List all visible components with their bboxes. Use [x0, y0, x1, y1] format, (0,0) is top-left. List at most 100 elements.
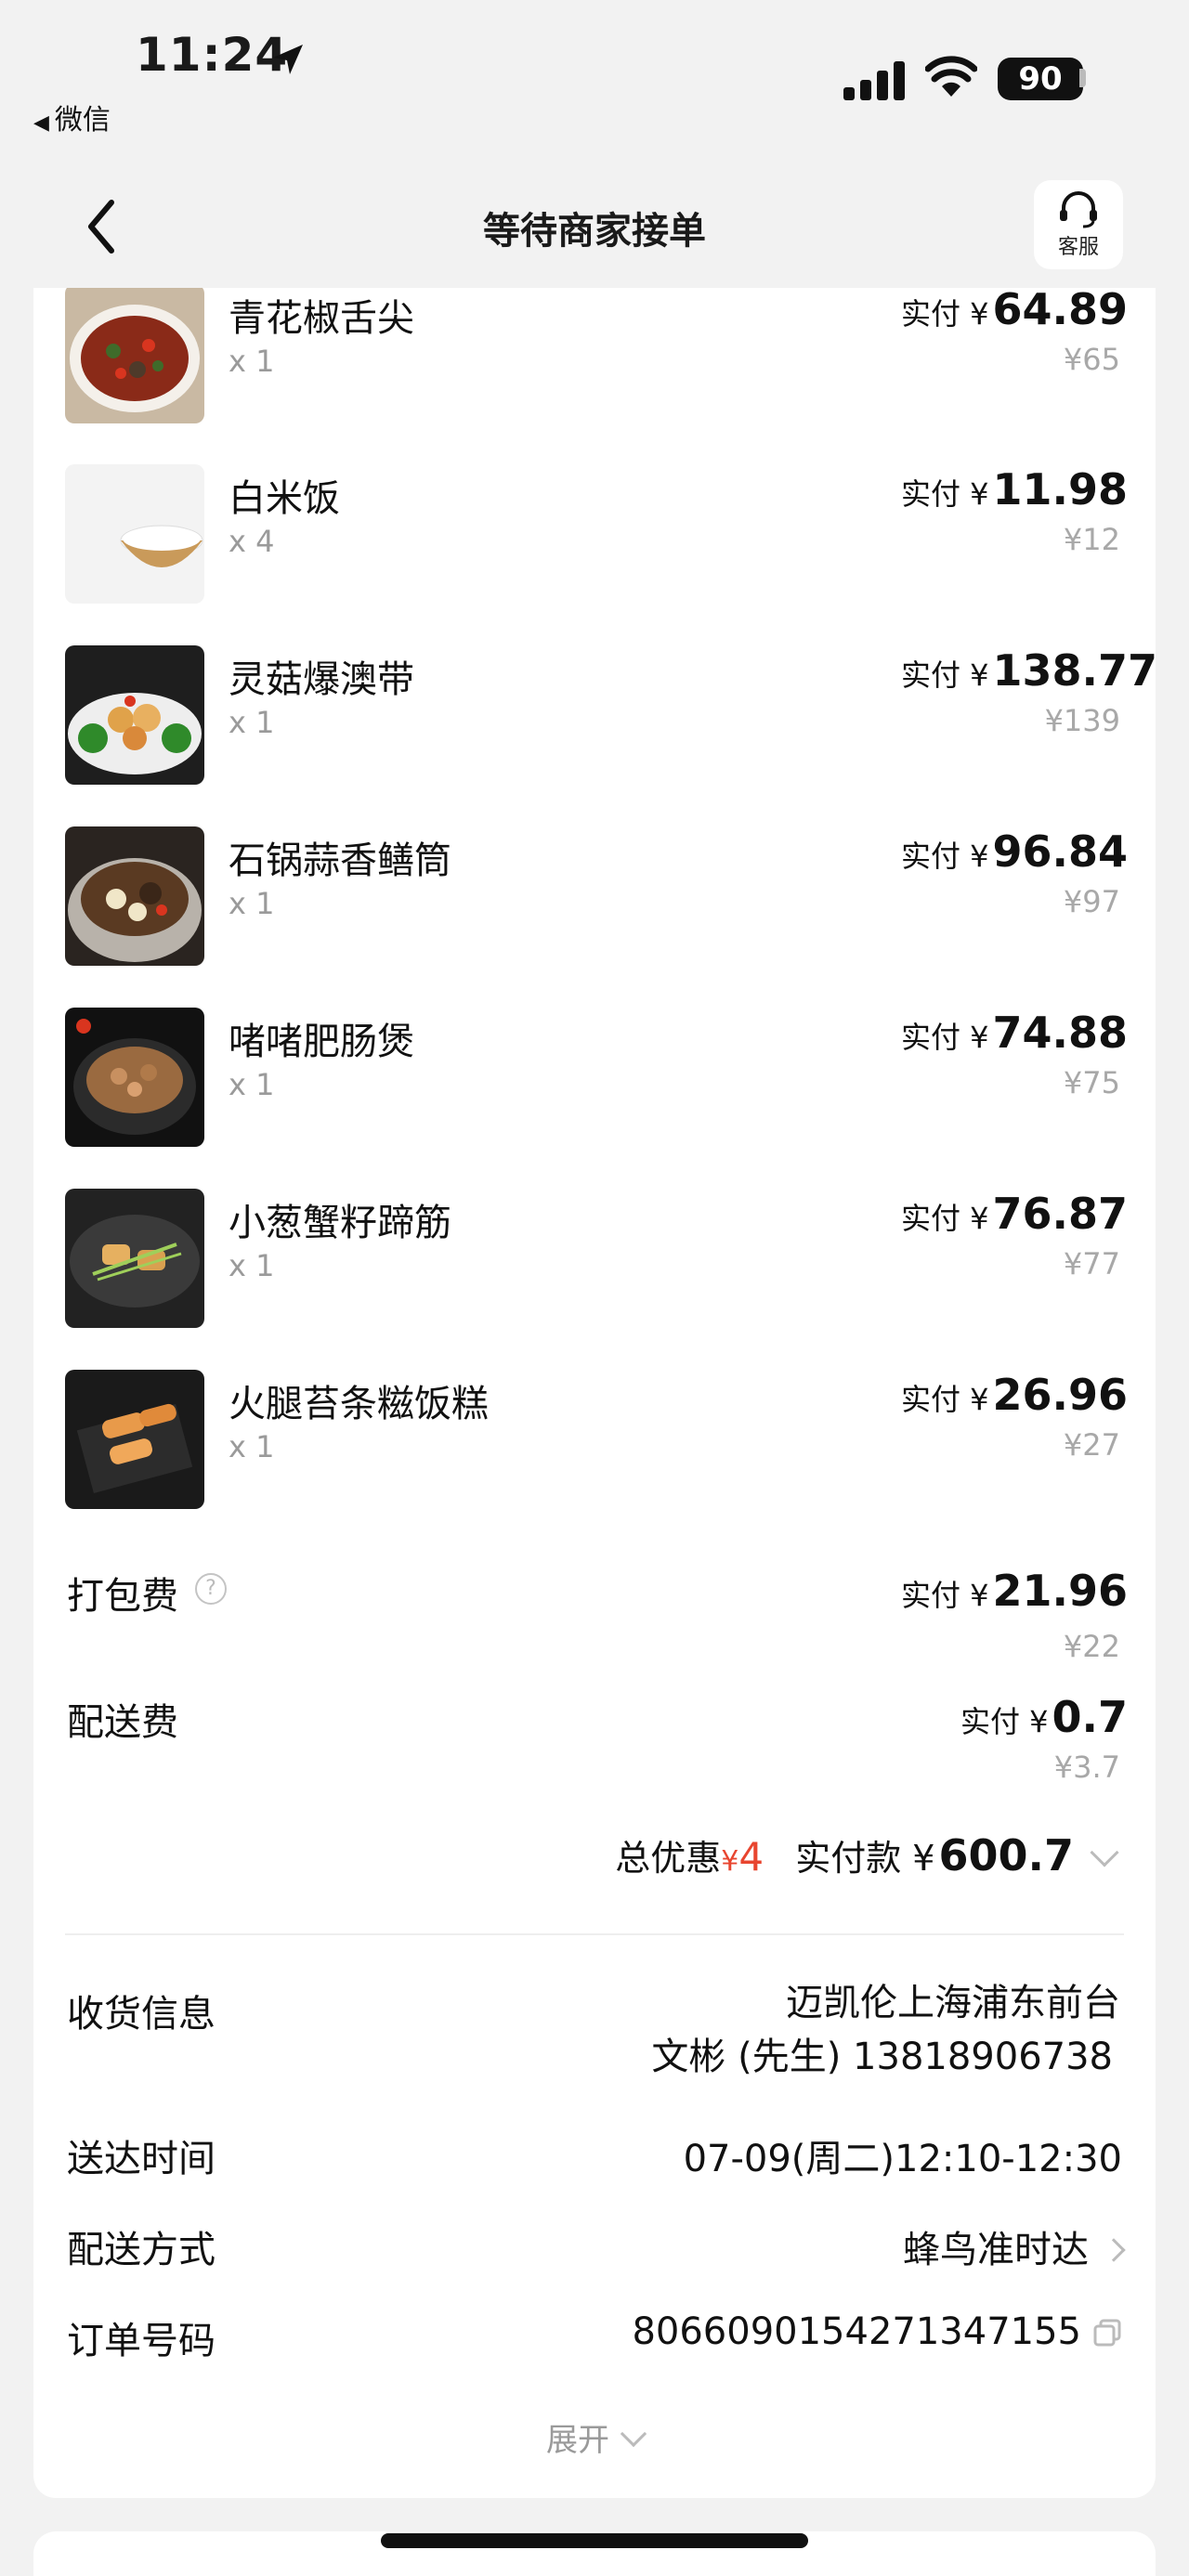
order-number-text: 8066090154271347155 — [632, 2310, 1081, 2353]
item-original-price: ¥97 — [1063, 884, 1120, 919]
item-quantity: x 1 — [229, 344, 275, 379]
order-item[interactable]: 灵菇爆澳带 x 1 实付 ¥138.77 ¥139 — [33, 645, 1156, 785]
currency-symbol: ¥ — [970, 296, 989, 332]
paid-amount: 96.84 — [992, 826, 1128, 877]
delivery-fee-row: 配送费 实付 ¥0.7 ¥3.7 — [33, 1692, 1156, 1803]
item-name: 白米饭 — [229, 477, 340, 520]
order-totals[interactable]: 总优惠¥4 实付款 ¥600.7 — [615, 1829, 1119, 1880]
currency-symbol: ¥ — [970, 1578, 989, 1613]
paid-prefix: 实付 — [900, 1020, 960, 1055]
delivery-fee-label: 配送费 — [67, 1701, 178, 1744]
customer-service-button[interactable]: 客服 — [1034, 180, 1123, 269]
item-name: 灵菇爆澳带 — [229, 658, 414, 701]
paid-amount: 138.77 — [992, 645, 1156, 696]
dish-thumbnail — [65, 826, 204, 966]
paid-prefix: 实付 — [900, 839, 960, 874]
paid-amount: 0.7 — [1052, 1692, 1129, 1742]
currency-symbol: ¥ — [970, 1201, 989, 1236]
item-quantity: x 1 — [229, 1429, 275, 1464]
currency-symbol: ¥ — [970, 657, 989, 693]
chevron-down-icon — [620, 2420, 647, 2448]
paid-amount: 76.87 — [992, 1189, 1128, 1239]
item-name: 啫啫肥肠煲 — [229, 1021, 414, 1063]
cellular-signal-icon — [843, 61, 907, 100]
dish-thumbnail — [65, 464, 204, 604]
currency-symbol: ¥ — [970, 476, 989, 512]
currency-symbol: ¥ — [970, 1020, 989, 1055]
home-indicator[interactable] — [381, 2533, 808, 2548]
paid-prefix: 实付 — [900, 476, 960, 512]
currency-symbol: ¥ — [1029, 1704, 1049, 1739]
paid-prefix: 实付 — [900, 657, 960, 693]
item-quantity: x 1 — [229, 886, 275, 921]
order-item[interactable]: 白米饭 x 4 实付 ¥11.98 ¥12 — [33, 464, 1156, 604]
paid-total-amount: 600.7 — [938, 1830, 1074, 1880]
paid-amount: 74.88 — [992, 1008, 1128, 1058]
order-item[interactable]: 石锅蒜香鳝筒 x 1 实付 ¥96.84 ¥97 — [33, 826, 1156, 966]
item-quantity: x 4 — [229, 524, 275, 559]
dish-thumbnail — [65, 1189, 204, 1328]
address-value: 迈凯伦上海浦东前台 文彬 (先生) 13818906738 — [651, 1976, 1122, 2084]
dish-thumbnail — [65, 288, 204, 423]
copy-icon[interactable] — [1092, 2318, 1122, 2348]
nav-bar: 等待商家接单 客服 — [0, 167, 1189, 288]
chevron-down-icon — [1090, 1838, 1119, 1867]
paid-amount: 21.96 — [992, 1566, 1128, 1616]
item-original-price: ¥75 — [1063, 1065, 1120, 1100]
paid-amount: 26.96 — [992, 1370, 1128, 1420]
discount-amount: ¥4 — [721, 1834, 764, 1880]
delivery-method-value[interactable]: 蜂鸟准时达 — [903, 2219, 1126, 2273]
dish-thumbnail — [65, 1370, 204, 1509]
order-number-label: 订单号码 — [67, 2320, 216, 2362]
item-paid-price: 实付 ¥64.89 — [901, 288, 1128, 334]
item-quantity: x 1 — [229, 705, 275, 740]
status-time: 11:24 — [136, 28, 289, 82]
delivery-fee-paid: 实付 ¥0.7 — [960, 1692, 1128, 1742]
order-item[interactable]: 啫啫肥肠煲 x 1 实付 ¥74.88 ¥75 — [33, 1008, 1156, 1147]
help-icon[interactable]: ? — [195, 1573, 227, 1605]
item-original-price: ¥12 — [1063, 522, 1120, 557]
packing-fee-original: ¥22 — [1063, 1629, 1120, 1664]
item-paid-price: 实付 ¥11.98 — [901, 464, 1128, 514]
item-name: 石锅蒜香鳝筒 — [229, 839, 451, 882]
divider — [65, 1933, 1124, 1935]
item-paid-price: 实付 ¥76.87 — [901, 1189, 1128, 1239]
item-original-price: ¥27 — [1063, 1427, 1120, 1463]
item-paid-price: 实付 ¥26.96 — [901, 1370, 1128, 1420]
packing-fee-paid: 实付 ¥21.96 — [901, 1566, 1128, 1616]
packing-fee-row: 打包费 ? 实付 ¥21.96 ¥22 — [33, 1566, 1156, 1677]
expand-button[interactable]: 展开 — [33, 2414, 1156, 2460]
paid-prefix: 实付 — [960, 1704, 1020, 1739]
item-paid-price: 实付 ¥74.88 — [901, 1008, 1128, 1058]
item-name: 小葱蟹籽蹄筋 — [229, 1202, 451, 1244]
item-original-price: ¥77 — [1063, 1246, 1120, 1281]
back-to-app-link[interactable]: ◀ 微信 — [33, 97, 111, 137]
delivery-time-value: 07-09(周二)12:10-12:30 — [683, 2138, 1122, 2180]
expand-label: 展开 — [546, 2422, 609, 2459]
order-number-value: 8066090154271347155 — [632, 2310, 1122, 2353]
back-app-label: 微信 — [54, 104, 111, 137]
delivery-method-label: 配送方式 — [67, 2229, 216, 2271]
item-name: 青花椒舌尖 — [229, 297, 414, 340]
location-arrow-icon — [273, 45, 303, 74]
order-detail-card: 青花椒舌尖 x 1 实付 ¥64.89 ¥65 白米饭 x 4 实付 ¥11.9… — [33, 288, 1156, 2498]
status-bar: 11:24 ◀ 微信 90 — [0, 0, 1189, 139]
customer-service-label: 客服 — [1057, 236, 1099, 259]
paid-prefix: 实付 — [900, 1382, 960, 1417]
discount-currency: ¥ — [721, 1845, 739, 1878]
currency-symbol: ¥ — [970, 1382, 989, 1417]
item-paid-price: 实付 ¥138.77 — [901, 645, 1156, 696]
paid-prefix: 实付 — [900, 1578, 960, 1613]
order-item[interactable]: 青花椒舌尖 x 1 实付 ¥64.89 ¥65 — [33, 288, 1156, 423]
packing-fee-label: 打包费 — [67, 1575, 178, 1618]
wifi-icon — [925, 56, 977, 97]
order-item[interactable]: 火腿苔条糍饭糕 x 1 实付 ¥26.96 ¥27 — [33, 1370, 1156, 1509]
battery-icon: 90 — [998, 58, 1083, 100]
item-quantity: x 1 — [229, 1067, 275, 1102]
chevron-right-icon — [1102, 2238, 1126, 2262]
order-item[interactable]: 小葱蟹籽蹄筋 x 1 实付 ¥76.87 ¥77 — [33, 1189, 1156, 1328]
paid-amount: 64.89 — [992, 288, 1128, 334]
paid-prefix: 实付 — [900, 1201, 960, 1236]
battery-tip — [1079, 69, 1086, 87]
address-line-1: 迈凯伦上海浦东前台 — [786, 1982, 1120, 2024]
